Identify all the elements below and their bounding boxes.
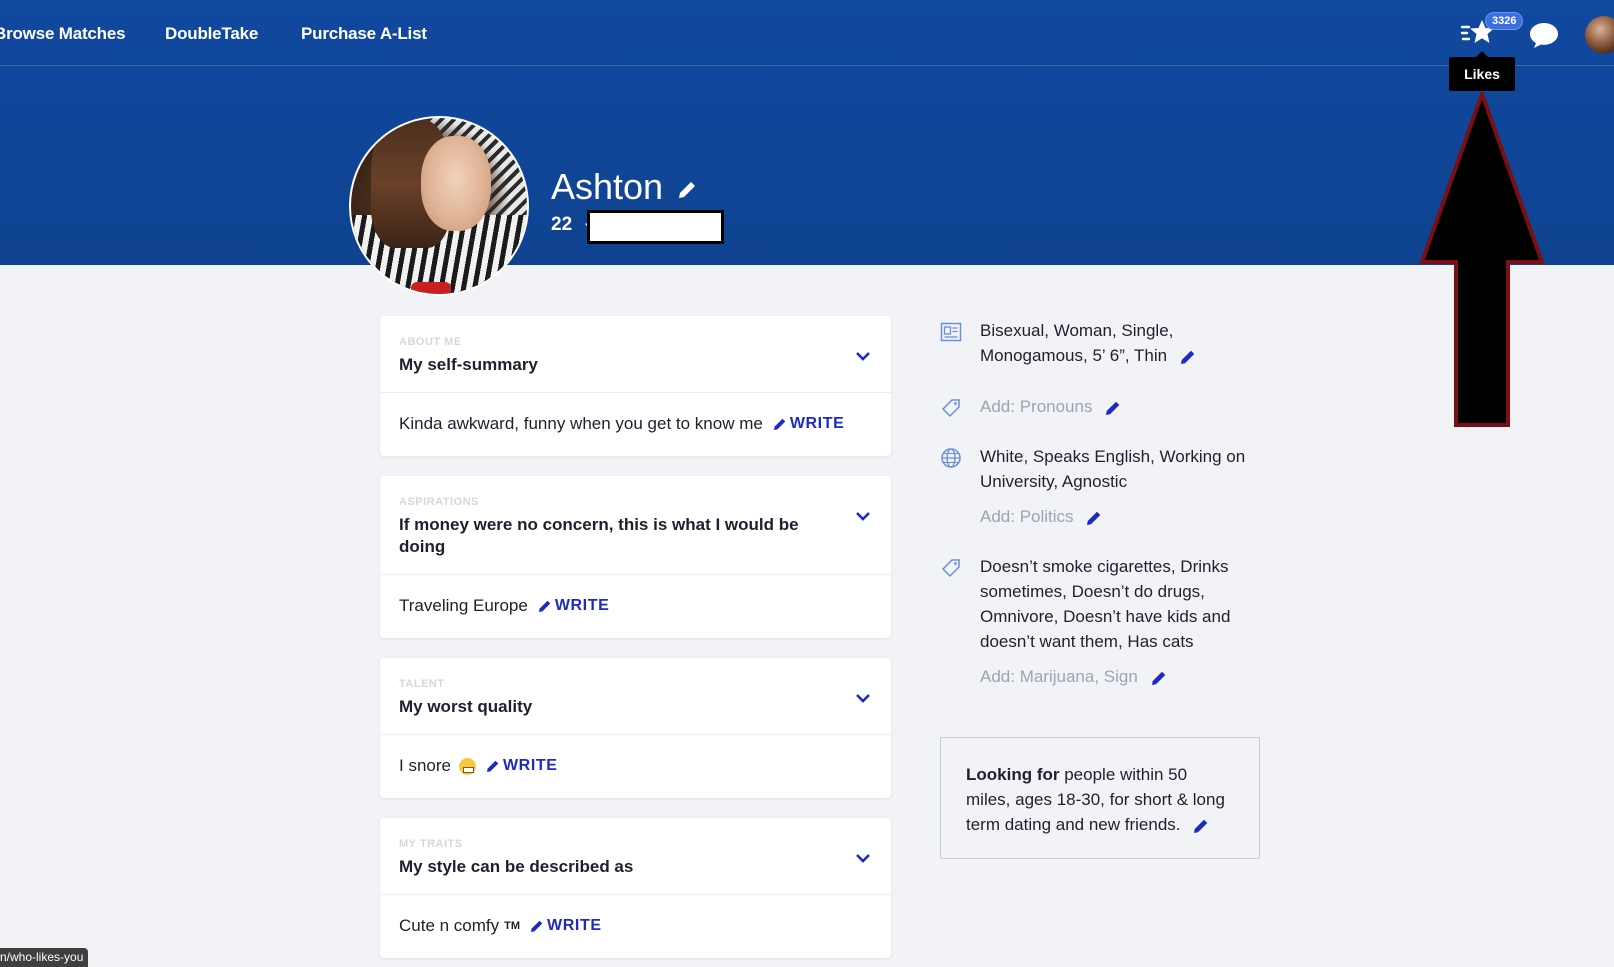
top-navigation: Browse Matches DoubleTake Purchase A-Lis… [0, 0, 1614, 66]
essay-answer: Cute n comfy [399, 916, 500, 935]
essay-body: Kinda awkward, funny when you get to kno… [380, 393, 891, 456]
looking-for-box[interactable]: Looking for people within 50 miles, ages… [940, 737, 1260, 859]
tag-icon [941, 399, 960, 418]
essay-header[interactable]: TALENT My worst quality [380, 658, 891, 735]
essay-header[interactable]: ABOUT ME My self-summary [380, 316, 891, 393]
status-bar-url: n/who-likes-you [0, 948, 89, 967]
write-button[interactable]: WRITE [538, 597, 610, 615]
edit-politics-pencil-icon[interactable] [1086, 510, 1102, 526]
looking-for-label: Looking for [966, 765, 1060, 784]
user-avatar[interactable] [1585, 16, 1614, 54]
essay-card-aspirations: ASPIRATIONS If money were no concern, th… [380, 476, 891, 638]
basics-text: Bisexual, Woman, Single, Monogamous, 5’ … [980, 321, 1174, 365]
essay-title: My worst quality [399, 697, 533, 716]
edit-pronouns-pencil-icon[interactable] [1105, 400, 1121, 416]
profile-age: 22 [551, 214, 573, 235]
grimace-emoji-icon [458, 757, 476, 775]
essay-body: I snore WRITE [380, 735, 891, 798]
essay-answer: I snore [399, 756, 451, 775]
essay-body: Cute n comfy TM WRITE [380, 895, 891, 958]
nav-browse-matches[interactable]: Browse Matches [0, 24, 126, 44]
add-politics[interactable]: Add: Politics [980, 507, 1074, 526]
essay-title: If money were no concern, this is what I… [399, 515, 799, 556]
essay-header[interactable]: ASPIRATIONS If money were no concern, th… [380, 476, 891, 575]
essay-answer: Kinda awkward, funny when you get to kno… [399, 414, 763, 433]
essay-title: My style can be described as [399, 857, 634, 876]
redacted-location-box [587, 210, 724, 244]
profile-name: Ashton [551, 166, 664, 207]
write-button[interactable]: WRITE [486, 757, 558, 775]
edit-basics-pencil-icon[interactable] [1180, 349, 1196, 365]
add-pronouns[interactable]: Add: Pronouns [980, 397, 1092, 416]
essay-card-traits: MY TRAITS My style can be described as C… [380, 818, 891, 958]
pencil-icon [538, 600, 551, 612]
profile-photo[interactable] [349, 116, 529, 296]
messages-icon[interactable] [1528, 20, 1560, 50]
annotation-arrow-icon [1419, 92, 1545, 427]
essay-category: MY TRAITS [399, 838, 463, 850]
pencil-icon [486, 760, 499, 772]
essay-category: ABOUT ME [399, 336, 462, 348]
pencil-icon [773, 418, 786, 430]
likes-count-badge: 3326 [1485, 12, 1524, 30]
essay-body: Traveling Europe WRITE [380, 575, 891, 638]
tag-icon [941, 559, 960, 578]
edit-lifestyle-pencil-icon[interactable] [1151, 670, 1167, 686]
edit-name-pencil-icon[interactable] [676, 179, 698, 201]
pencil-icon [531, 920, 543, 932]
profile-card-icon [940, 322, 962, 342]
trademark-mark: TM [504, 920, 521, 932]
add-marijuana-sign[interactable]: Add: Marijuana, Sign [980, 667, 1138, 686]
chevron-down-icon[interactable] [855, 692, 871, 704]
essay-header[interactable]: MY TRAITS My style can be described as [380, 818, 891, 895]
essay-card-talent: TALENT My worst quality I snore WRITE [380, 658, 891, 798]
essay-category: TALENT [399, 678, 445, 690]
profile-age-location: 22 · [551, 214, 590, 236]
details-basics[interactable]: Bisexual, Woman, Single, Monogamous, 5’ … [940, 318, 1260, 368]
chevron-down-icon[interactable] [855, 350, 871, 362]
chevron-down-icon[interactable] [855, 852, 871, 864]
lifestyle-text: Doesn’t smoke cigarettes, Drinks sometim… [980, 557, 1231, 651]
write-button[interactable]: WRITE [530, 917, 602, 935]
essay-answer: Traveling Europe [399, 596, 528, 615]
details-lifestyle[interactable]: Doesn’t smoke cigarettes, Drinks sometim… [940, 554, 1260, 689]
background-text: White, Speaks English, Working on Univer… [980, 447, 1246, 491]
nav-doubletake[interactable]: DoubleTake [165, 24, 258, 44]
nav-purchase-alist[interactable]: Purchase A-List [301, 24, 427, 44]
likes-tooltip: Likes [1449, 51, 1515, 91]
chevron-down-icon[interactable] [855, 510, 871, 522]
essay-card-about-me: ABOUT ME My self-summary Kinda awkward, … [380, 316, 891, 456]
essay-title: My self-summary [399, 355, 538, 374]
essay-category: ASPIRATIONS [399, 496, 479, 508]
details-background[interactable]: White, Speaks English, Working on Univer… [940, 444, 1260, 529]
write-button[interactable]: WRITE [773, 415, 845, 433]
globe-icon [941, 448, 961, 468]
edit-looking-for-pencil-icon[interactable] [1193, 818, 1209, 834]
details-pronouns[interactable]: Add: Pronouns [940, 394, 1260, 419]
